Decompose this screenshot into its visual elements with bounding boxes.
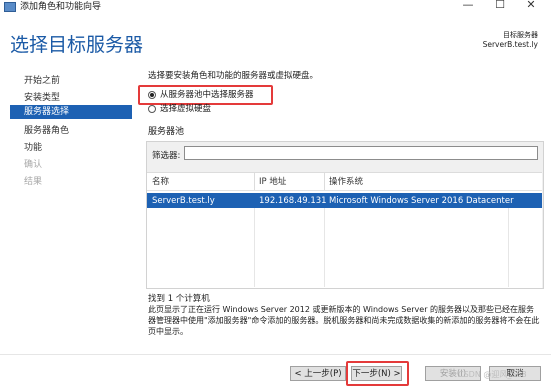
filter-label: 筛选器:: [152, 151, 181, 161]
footer-divider: [0, 354, 551, 355]
close-button[interactable]: ✕: [521, 0, 541, 11]
radio-checked-icon[interactable]: [148, 90, 156, 99]
window-title: 添加角色和功能向导: [20, 2, 102, 12]
filter-input[interactable]: [184, 146, 538, 160]
nav-item-server-selection[interactable]: 服务器选择: [10, 105, 132, 119]
cell-ip-address[interactable]: 192.168.49.131: [259, 196, 327, 206]
radio-unchecked-icon[interactable]: [148, 104, 156, 113]
next-button[interactable]: 下一步(N) >: [351, 366, 402, 381]
nav-item-installation-type[interactable]: 安装类型: [24, 90, 60, 103]
radio-vhd-label: 选择虚拟硬盘: [160, 104, 212, 114]
maximize-button[interactable]: ☐: [490, 0, 510, 11]
description-text: 此页显示了正在运行 Windows Server 2012 或更新版本的 Win…: [148, 305, 540, 336]
server-manager-icon: [4, 2, 16, 12]
column-grid-line: [324, 208, 325, 287]
column-separator[interactable]: [254, 173, 255, 191]
cell-server-name[interactable]: ServerB.test.ly: [152, 196, 215, 206]
column-separator[interactable]: [324, 173, 325, 191]
destination-server-name: ServerB.test.ly: [482, 40, 538, 49]
radio-select-vhd[interactable]: 选择虚拟硬盘: [148, 102, 211, 114]
radio-select-from-pool[interactable]: 从服务器池中选择服务器: [148, 88, 254, 100]
column-header-os[interactable]: 操作系统: [329, 175, 363, 187]
page-title: 选择目标服务器: [10, 34, 144, 56]
intro-text: 选择要安装角色和功能的服务器或虚拟硬盘。: [148, 71, 319, 81]
radio-pool-label: 从服务器池中选择服务器: [160, 90, 254, 100]
minimize-button[interactable]: —: [458, 0, 478, 11]
nav-item-results: 结果: [24, 177, 43, 187]
column-grid-line: [508, 208, 509, 287]
destination-server-label: 目标服务器: [503, 31, 538, 39]
nav-item-server-roles[interactable]: 服务器角色: [24, 123, 69, 136]
table-header-divider: [147, 190, 542, 191]
title-bar: 添加角色和功能向导 — ☐ ✕: [0, 0, 551, 18]
watermark: CSDN @迎风_568: [458, 370, 527, 379]
nav-item-features[interactable]: 功能: [24, 140, 42, 153]
column-header-ip[interactable]: IP 地址: [259, 175, 286, 187]
found-count: 找到 1 个计算机: [148, 294, 210, 304]
previous-button[interactable]: < 上一步(P): [290, 366, 346, 381]
server-pool-heading: 服务器池: [148, 127, 185, 137]
nav-item-confirmation: 确认: [24, 160, 43, 170]
cell-operating-system[interactable]: Microsoft Windows Server 2016 Datacenter: [329, 196, 514, 206]
column-header-name[interactable]: 名称: [152, 175, 169, 187]
nav-item-before-you-begin[interactable]: 开始之前: [24, 73, 60, 86]
column-grid-line: [254, 208, 255, 287]
